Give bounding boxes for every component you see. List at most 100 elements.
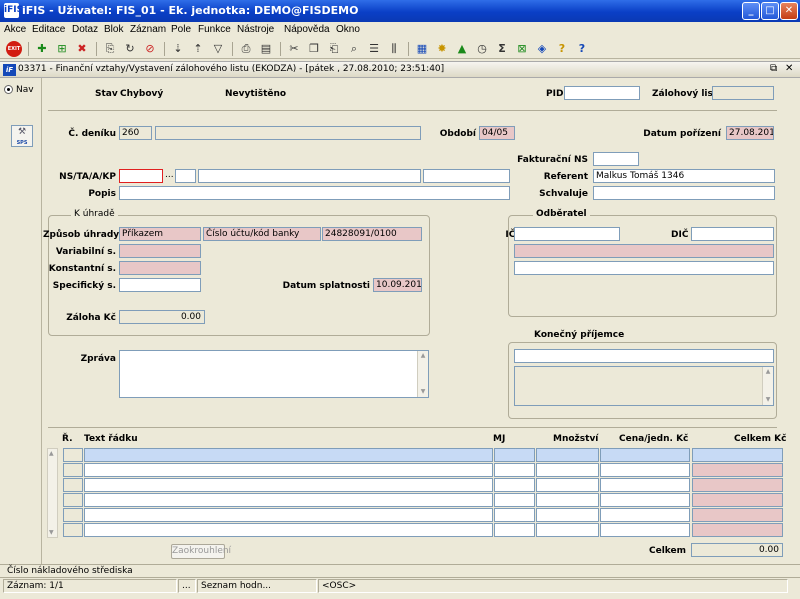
- ico-input[interactable]: [514, 227, 620, 241]
- paste-icon[interactable]: ⎗: [326, 41, 342, 57]
- specificky-input[interactable]: [119, 278, 201, 292]
- row-text-cell[interactable]: [84, 523, 493, 537]
- odberatel-address-input[interactable]: [514, 261, 774, 275]
- row-mj-cell[interactable]: [494, 508, 535, 522]
- row-text-cell[interactable]: [84, 508, 493, 522]
- calculator-icon[interactable]: ▦: [414, 41, 430, 57]
- zaokrouhleni-button[interactable]: Zaokrouhlení: [171, 544, 231, 559]
- zprava-scrollbar[interactable]: ▲ ▼: [417, 351, 428, 397]
- scroll-up-icon[interactable]: ▲: [419, 352, 427, 360]
- menu-blok[interactable]: Blok: [104, 24, 123, 35]
- menu-okno[interactable]: Okno: [336, 24, 360, 35]
- dic-input[interactable]: [691, 227, 774, 241]
- nstakp-a-input[interactable]: [198, 169, 421, 183]
- popis-input[interactable]: [119, 186, 510, 200]
- sps-button[interactable]: ⚒ SPS: [11, 125, 33, 147]
- excel-icon[interactable]: ⊠: [514, 41, 530, 57]
- row-mj-cell[interactable]: [494, 493, 535, 507]
- odberatel-name-input[interactable]: [514, 244, 774, 258]
- clock-icon[interactable]: ◷: [474, 41, 490, 57]
- scroll-down-icon[interactable]: ▼: [419, 388, 427, 396]
- row-cena-cell[interactable]: [600, 508, 690, 522]
- help-icon[interactable]: ?: [554, 41, 570, 57]
- close-icon[interactable]: ✕: [785, 63, 793, 74]
- scroll-down-icon[interactable]: ▼: [764, 396, 772, 404]
- row-cena-cell[interactable]: [600, 448, 690, 462]
- row-number-cell[interactable]: [63, 508, 83, 522]
- row-text-cell[interactable]: [84, 448, 493, 462]
- row-celkem-cell[interactable]: [692, 463, 783, 477]
- menu-akce[interactable]: Akce: [4, 24, 26, 35]
- menu-zaznam[interactable]: Záznam: [130, 24, 166, 35]
- rollback-icon[interactable]: ⊘: [142, 41, 158, 57]
- row-cena-cell[interactable]: [600, 493, 690, 507]
- cdeniku-desc[interactable]: [155, 126, 421, 140]
- konecny-scrollbar[interactable]: ▲ ▼: [762, 367, 773, 405]
- export-icon[interactable]: ◈: [534, 41, 550, 57]
- datum-porizeni-input[interactable]: 27.08.2010: [726, 126, 774, 140]
- nstakp-lookup-button[interactable]: ...: [165, 170, 174, 180]
- document-titlebar[interactable]: iF 03371 - Finanční vztahy/Vystavení zál…: [0, 61, 800, 78]
- row-cena-cell[interactable]: [600, 523, 690, 537]
- row-text-cell[interactable]: [84, 463, 493, 477]
- row-mj-cell[interactable]: [494, 463, 535, 477]
- lines-scrollbar[interactable]: ▲ ▼: [47, 448, 58, 538]
- sort-desc-icon[interactable]: ⇡: [190, 41, 206, 57]
- row-mnozstvi-cell[interactable]: [536, 478, 599, 492]
- row-number-cell[interactable]: [63, 478, 83, 492]
- new-record-icon[interactable]: ✚: [34, 41, 50, 57]
- schvaluje-input[interactable]: [593, 186, 775, 200]
- window-titlebar[interactable]: iFIS iFIS - Uživatel: FIS_01 - Ek. jedno…: [0, 0, 800, 22]
- close-button[interactable]: ✕: [780, 2, 798, 20]
- variabilni-input[interactable]: [119, 244, 201, 258]
- row-mj-cell[interactable]: [494, 448, 535, 462]
- row-text-cell[interactable]: [84, 493, 493, 507]
- find-icon[interactable]: ⌕: [346, 41, 362, 57]
- row-celkem-cell[interactable]: [692, 493, 783, 507]
- row-mj-cell[interactable]: [494, 478, 535, 492]
- menu-nastroje[interactable]: Nástroje: [237, 24, 274, 35]
- menu-dotaz[interactable]: Dotaz: [72, 24, 98, 35]
- ucet-input[interactable]: 24828091/0100: [322, 227, 422, 241]
- nav-radio[interactable]: [4, 85, 13, 94]
- menu-napoveda[interactable]: Nápověda: [284, 24, 330, 35]
- pid-input[interactable]: [564, 86, 640, 100]
- row-celkem-cell[interactable]: [692, 523, 783, 537]
- context-help-icon[interactable]: ?: [574, 41, 590, 57]
- row-mnozstvi-cell[interactable]: [536, 493, 599, 507]
- row-celkem-cell[interactable]: [692, 448, 783, 462]
- nstakp-ns-input[interactable]: [119, 169, 163, 183]
- filter-icon[interactable]: ▽: [210, 41, 226, 57]
- zalohovy-list-input[interactable]: [712, 86, 774, 100]
- obdobi-input[interactable]: 04/05: [479, 126, 515, 140]
- menu-editace[interactable]: Editace: [32, 24, 65, 35]
- row-number-cell[interactable]: [63, 463, 83, 477]
- menu-funkce[interactable]: Funkce: [198, 24, 231, 35]
- zprava-textarea[interactable]: ▲ ▼: [119, 350, 429, 398]
- konecny-prijemce-input[interactable]: [514, 349, 774, 363]
- minimize-button[interactable]: _: [742, 2, 760, 20]
- copy-icon[interactable]: ❐: [306, 41, 322, 57]
- menu-pole[interactable]: Pole: [171, 24, 191, 35]
- row-mnozstvi-cell[interactable]: [536, 463, 599, 477]
- zaloha-input[interactable]: 0.00: [119, 310, 205, 324]
- row-number-cell[interactable]: [63, 493, 83, 507]
- refresh-icon[interactable]: ↻: [122, 41, 138, 57]
- row-mnozstvi-cell[interactable]: [536, 448, 599, 462]
- row-cena-cell[interactable]: [600, 463, 690, 477]
- referent-input[interactable]: Malkus Tomáš 1346: [593, 169, 775, 183]
- row-mj-cell[interactable]: [494, 523, 535, 537]
- insert-record-icon[interactable]: ⊞: [54, 41, 70, 57]
- nstakp-kp-input[interactable]: [423, 169, 510, 183]
- cut-icon[interactable]: ✂: [286, 41, 302, 57]
- splatnost-input[interactable]: 10.09.2010: [373, 278, 422, 292]
- delete-record-icon[interactable]: ✖: [74, 41, 90, 57]
- konecny-prijemce-textarea[interactable]: ▲ ▼: [514, 366, 774, 406]
- row-number-cell[interactable]: [63, 448, 83, 462]
- row-celkem-cell[interactable]: [692, 478, 783, 492]
- nstakp-ta-input[interactable]: [175, 169, 196, 183]
- fakturacni-ns-input[interactable]: [593, 152, 639, 166]
- list-icon[interactable]: ☰: [366, 41, 382, 57]
- row-mnozstvi-cell[interactable]: [536, 523, 599, 537]
- scroll-down-icon[interactable]: ▼: [49, 529, 54, 536]
